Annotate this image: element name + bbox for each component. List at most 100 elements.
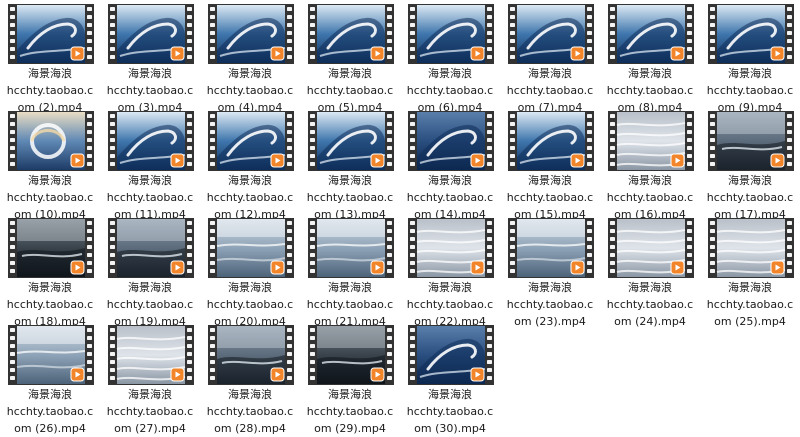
sprocket-hole bbox=[310, 376, 315, 380]
video-thumbnail[interactable] bbox=[208, 325, 294, 385]
sprocket-hole bbox=[210, 360, 215, 364]
sprocket-hole bbox=[410, 229, 415, 233]
video-thumbnail[interactable] bbox=[708, 218, 794, 278]
video-thumbnail[interactable] bbox=[8, 4, 94, 64]
video-thumbnail[interactable] bbox=[8, 325, 94, 385]
sprocket-hole bbox=[310, 360, 315, 364]
file-name[interactable]: 海景海浪 hcchty.taobao.c om (24).mp4 bbox=[600, 279, 700, 330]
sprocket-hole bbox=[710, 130, 715, 134]
file-name[interactable]: 海景海浪 hcchty.taobao.c om (26).mp4 bbox=[0, 386, 100, 437]
sprocket-hole bbox=[187, 336, 192, 340]
file-name[interactable]: 海景海浪 hcchty.taobao.c om (8).mp4 bbox=[600, 65, 700, 116]
video-thumbnail[interactable] bbox=[8, 111, 94, 171]
file-name[interactable]: 海景海浪 hcchty.taobao.c om (29).mp4 bbox=[300, 386, 400, 437]
file-name[interactable]: 海景海浪 hcchty.taobao.c om (20).mp4 bbox=[200, 279, 300, 330]
sprocket-hole bbox=[110, 7, 115, 11]
sprocket-hole bbox=[287, 221, 292, 225]
sprocket-hole bbox=[87, 269, 92, 273]
video-thumbnail-svg bbox=[408, 325, 494, 385]
sprocket-hole bbox=[287, 39, 292, 43]
file-name[interactable]: 海景海浪 hcchty.taobao.c om (30).mp4 bbox=[400, 386, 500, 437]
sprocket-hole bbox=[87, 47, 92, 51]
file-name[interactable]: 海景海浪 hcchty.taobao.c om (6).mp4 bbox=[400, 65, 500, 116]
sprocket-hole bbox=[310, 23, 315, 27]
file-name[interactable]: 海景海浪 hcchty.taobao.c om (21).mp4 bbox=[300, 279, 400, 330]
video-thumbnail[interactable] bbox=[308, 218, 394, 278]
sprocket-hole bbox=[510, 130, 515, 134]
video-thumbnail[interactable] bbox=[308, 325, 394, 385]
video-thumbnail[interactable] bbox=[208, 111, 294, 171]
play-icon bbox=[170, 367, 185, 382]
file-name[interactable]: 海景海浪 hcchty.taobao.c om (15).mp4 bbox=[500, 172, 600, 223]
video-thumbnail[interactable] bbox=[108, 325, 194, 385]
video-thumbnail[interactable] bbox=[608, 4, 694, 64]
file-name[interactable]: 海景海浪 hcchty.taobao.c om (28).mp4 bbox=[200, 386, 300, 437]
video-thumbnail[interactable] bbox=[508, 111, 594, 171]
sprocket-hole bbox=[287, 344, 292, 348]
video-thumbnail[interactable] bbox=[608, 218, 694, 278]
sprocket-hole bbox=[210, 122, 215, 126]
sprocket-hole bbox=[787, 130, 792, 134]
video-thumbnail[interactable] bbox=[408, 325, 494, 385]
file-name-line2: om (26).mp4 bbox=[14, 422, 86, 435]
file-name[interactable]: 海景海浪 hcchty.taobao.c om (4).mp4 bbox=[200, 65, 300, 116]
video-thumbnail[interactable] bbox=[708, 111, 794, 171]
video-thumbnail[interactable] bbox=[308, 111, 394, 171]
sprocket-hole bbox=[87, 146, 92, 150]
file-name[interactable]: 海景海浪 hcchty.taobao.c om (14).mp4 bbox=[400, 172, 500, 223]
video-thumbnail[interactable] bbox=[108, 111, 194, 171]
video-thumbnail-svg bbox=[108, 325, 194, 385]
video-thumbnail[interactable] bbox=[408, 111, 494, 171]
file-name[interactable]: 海景海浪 hcchty.taobao.c om (12).mp4 bbox=[200, 172, 300, 223]
video-thumbnail[interactable] bbox=[408, 218, 494, 278]
file-name[interactable]: 海景海浪 hcchty.taobao.c om (19).mp4 bbox=[100, 279, 200, 330]
sprocket-hole bbox=[387, 162, 392, 166]
file-name[interactable]: 海景海浪 hcchty.taobao.c om (18).mp4 bbox=[0, 279, 100, 330]
file-name[interactable]: 海景海浪 hcchty.taobao.c om (13).mp4 bbox=[300, 172, 400, 223]
sprocket-hole bbox=[310, 352, 315, 356]
sprocket-hole bbox=[387, 130, 392, 134]
file-name-title: 海景海浪 bbox=[428, 388, 472, 401]
sprocket-hole bbox=[10, 344, 15, 348]
file-name[interactable]: 海景海浪 hcchty.taobao.c om (2).mp4 bbox=[0, 65, 100, 116]
video-thumbnail[interactable] bbox=[408, 4, 494, 64]
video-thumbnail[interactable] bbox=[308, 4, 394, 64]
file-name[interactable]: 海景海浪 hcchty.taobao.c om (22).mp4 bbox=[400, 279, 500, 330]
file-name[interactable]: 海景海浪 hcchty.taobao.c om (3).mp4 bbox=[100, 65, 200, 116]
sprocket-hole bbox=[87, 162, 92, 166]
file-name[interactable]: 海景海浪 hcchty.taobao.c om (9).mp4 bbox=[700, 65, 800, 116]
file-name[interactable]: 海景海浪 hcchty.taobao.c om (10).mp4 bbox=[0, 172, 100, 223]
file-name[interactable]: 海景海浪 hcchty.taobao.c om (25).mp4 bbox=[700, 279, 800, 330]
sprocket-hole bbox=[587, 7, 592, 11]
play-icon bbox=[470, 367, 485, 382]
video-thumbnail[interactable] bbox=[8, 218, 94, 278]
video-thumbnail[interactable] bbox=[108, 4, 194, 64]
video-thumbnail[interactable] bbox=[708, 4, 794, 64]
video-thumbnail[interactable] bbox=[508, 4, 594, 64]
sprocket-hole bbox=[510, 15, 515, 19]
sprocket-hole bbox=[310, 154, 315, 158]
file-name[interactable]: 海景海浪 hcchty.taobao.c om (5).mp4 bbox=[300, 65, 400, 116]
file-name-title: 海景海浪 bbox=[428, 174, 472, 187]
file-name[interactable]: 海景海浪 hcchty.taobao.c om (16).mp4 bbox=[600, 172, 700, 223]
file-name[interactable]: 海景海浪 hcchty.taobao.c om (27).mp4 bbox=[100, 386, 200, 437]
file-name[interactable]: 海景海浪 hcchty.taobao.c om (17).mp4 bbox=[700, 172, 800, 223]
sprocket-hole bbox=[510, 47, 515, 51]
video-thumbnail[interactable] bbox=[108, 218, 194, 278]
file-name[interactable]: 海景海浪 hcchty.taobao.c om (11).mp4 bbox=[100, 172, 200, 223]
video-thumbnail[interactable] bbox=[208, 4, 294, 64]
play-icon bbox=[70, 260, 85, 275]
sprocket-hole bbox=[787, 55, 792, 59]
file-name-title: 海景海浪 bbox=[228, 281, 272, 294]
sprocket-hole bbox=[110, 376, 115, 380]
video-thumbnail[interactable] bbox=[508, 218, 594, 278]
sprocket-hole bbox=[210, 47, 215, 51]
video-thumbnail-svg bbox=[408, 111, 494, 171]
video-thumbnail[interactable] bbox=[208, 218, 294, 278]
file-name-line2: om (27).mp4 bbox=[114, 422, 186, 435]
file-name[interactable]: 海景海浪 hcchty.taobao.c om (7).mp4 bbox=[500, 65, 600, 116]
sprocket-hole bbox=[710, 253, 715, 257]
play-icon bbox=[70, 367, 85, 382]
file-name[interactable]: 海景海浪 hcchty.taobao.c om (23).mp4 bbox=[500, 279, 600, 330]
video-thumbnail[interactable] bbox=[608, 111, 694, 171]
